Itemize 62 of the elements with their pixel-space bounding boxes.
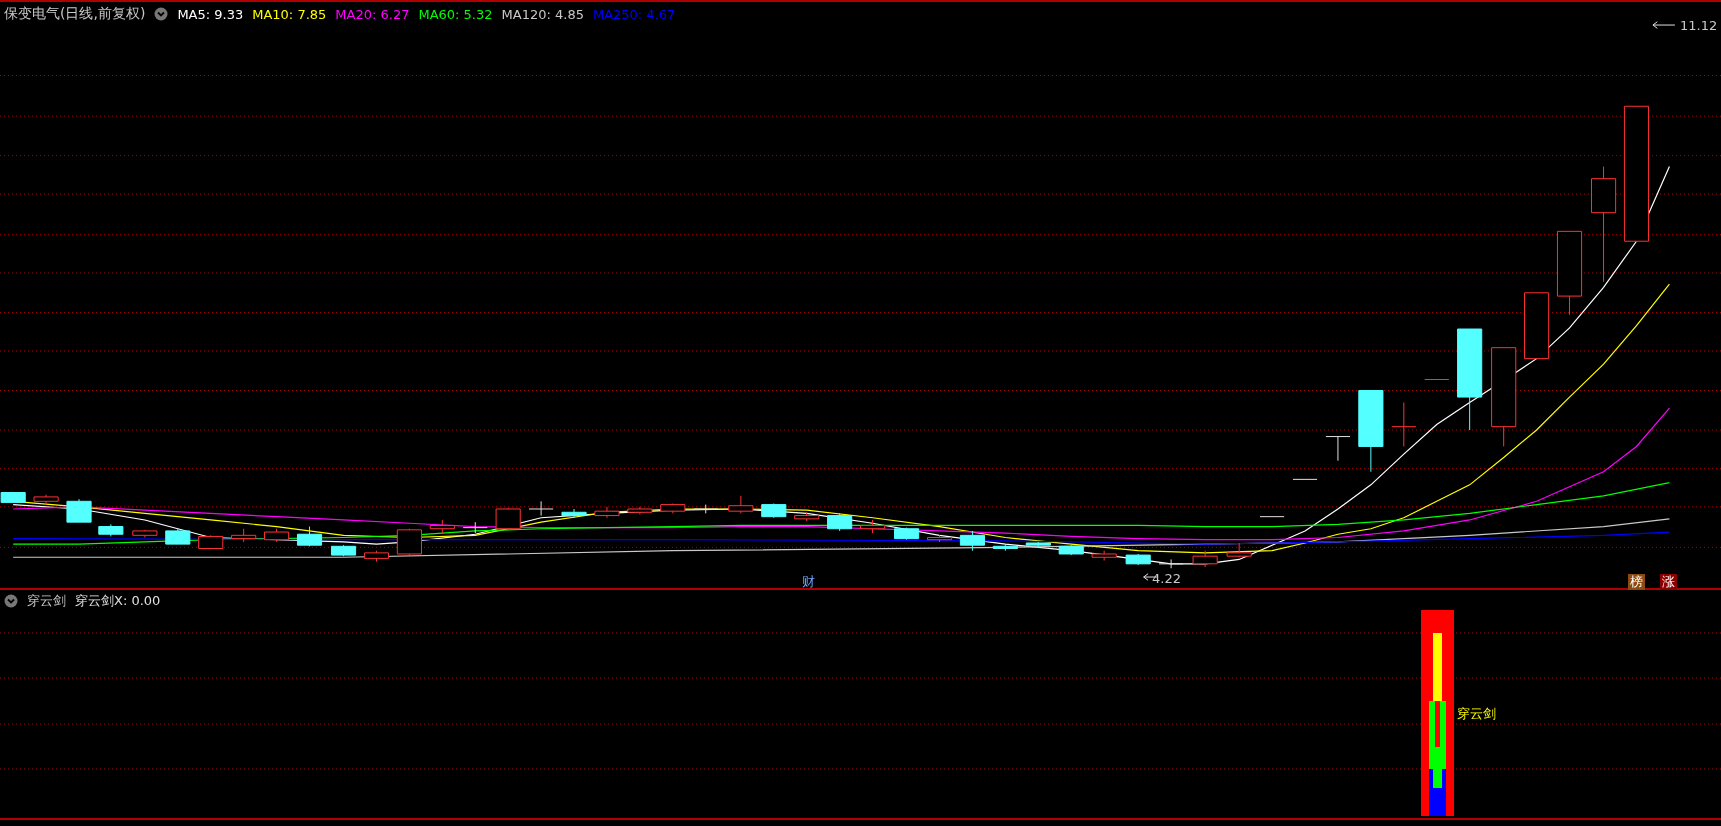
candlestick	[495, 507, 521, 531]
candlestick	[1226, 542, 1252, 558]
candlestick	[660, 503, 686, 514]
event-badge[interactable]: 涨	[1660, 574, 1677, 590]
candlestick	[926, 534, 953, 543]
candlestick	[761, 503, 787, 519]
moving-average-value: MA60: 5.32	[418, 6, 493, 22]
candlestick	[1391, 402, 1417, 447]
candlestick	[330, 544, 357, 557]
candlestick	[561, 508, 587, 519]
candlestick	[66, 498, 92, 523]
candlestick	[1058, 544, 1084, 556]
dropdown-icon[interactable]	[4, 594, 18, 608]
candlestick	[1424, 379, 1450, 380]
moving-average-value: MA250: 4.67	[592, 6, 676, 22]
event-badge[interactable]: 榜	[1628, 574, 1645, 590]
candlestick	[1524, 292, 1550, 360]
dropdown-icon[interactable]	[154, 7, 169, 21]
moving-average-value: MA10: 7.85	[252, 6, 327, 22]
candlestick	[1158, 558, 1184, 569]
candlestick	[1091, 550, 1117, 562]
candlestick	[231, 528, 257, 543]
candlestick	[462, 521, 488, 534]
candlestick	[165, 528, 191, 545]
candlestick	[264, 528, 290, 543]
candlestick	[198, 534, 224, 549]
candlestick	[396, 528, 422, 556]
candlestick	[33, 494, 59, 506]
candlestick	[827, 512, 853, 532]
moving-average-value: MA20: 6.27	[335, 6, 410, 22]
indicator-name: 穿云剑	[27, 592, 66, 610]
candlestick	[794, 511, 820, 522]
candlestick	[959, 530, 986, 552]
candlestick	[728, 495, 754, 514]
candlestick	[0, 492, 26, 503]
candlestick	[429, 519, 455, 534]
candlestick	[1259, 516, 1285, 518]
indicator-value: 穿云剑X: 0.00	[75, 592, 161, 610]
signal-label: 穿云剑	[1457, 705, 1496, 723]
candlestick	[627, 506, 653, 515]
candlestick	[528, 500, 554, 517]
candlestick	[992, 543, 1018, 552]
candlestick	[1325, 436, 1351, 462]
candlestick	[1125, 553, 1151, 566]
candlestick	[594, 506, 620, 519]
candlestick	[1192, 550, 1218, 568]
arrow-icon	[1652, 21, 1676, 29]
stock-title: 保变电气(日线,前复权)	[4, 5, 146, 23]
moving-average-value: MA120: 4.85	[501, 6, 584, 22]
candlestick	[894, 527, 920, 541]
high-price-label: 11.12	[1680, 18, 1718, 33]
event-marker[interactable]: 财	[800, 574, 817, 590]
moving-average-value: MA5: 9.33	[177, 6, 244, 22]
candlestick	[98, 523, 124, 537]
candlestick	[693, 504, 719, 514]
candlestick	[296, 526, 323, 547]
candlestick	[860, 519, 886, 534]
candlestick	[1292, 478, 1318, 480]
candlestick	[363, 550, 390, 563]
candlestick	[1025, 541, 1051, 548]
candlestick	[132, 529, 158, 538]
low-price-label: 4.22	[1152, 571, 1181, 586]
